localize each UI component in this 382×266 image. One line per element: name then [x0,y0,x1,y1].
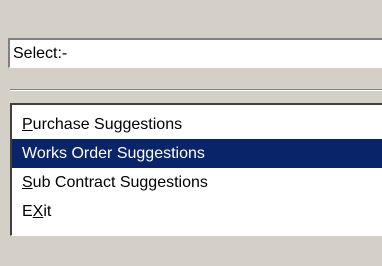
select-dropdown[interactable]: Select:- [8,38,382,68]
list-item-exit[interactable]: EXit [12,197,382,230]
list-item-label-prefix: E [22,203,33,220]
list-item-sub-contract-suggestions[interactable]: Sub Contract Suggestions [12,168,382,197]
list-item-label: urchase Suggestions [32,116,183,133]
list-item-label: ub Contract Suggestions [32,174,208,191]
list-item-works-order-suggestions[interactable]: Works Order Suggestions [12,139,382,168]
accelerator-key: P [22,116,33,133]
list-item-label: it [43,203,52,220]
divider [10,89,382,91]
list-item-label: Works Order Suggestions [22,145,205,162]
accelerator-key: X [32,203,44,220]
accelerator-key: S [22,174,33,191]
list-item-purchase-suggestions[interactable]: Purchase Suggestions [12,110,382,139]
select-label: Select:- [13,45,68,62]
suggestions-listbox[interactable]: Purchase Suggestions Works Order Suggest… [10,103,382,236]
